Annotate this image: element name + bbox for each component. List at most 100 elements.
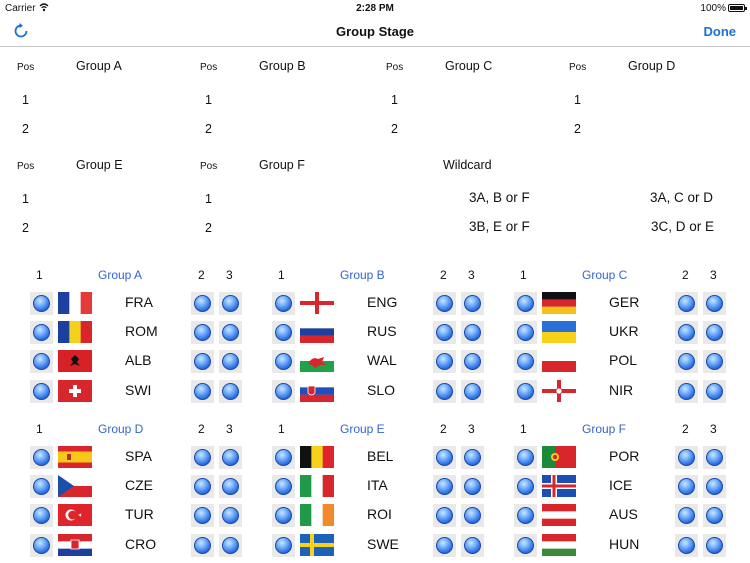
column-1-header: 1 xyxy=(278,422,285,436)
second-place-radio[interactable] xyxy=(194,382,211,400)
team-code: CZE xyxy=(125,477,153,494)
second-place-radio[interactable] xyxy=(436,536,453,554)
clock: 2:28 PM xyxy=(356,3,394,14)
group-d-header: Group D xyxy=(628,59,676,73)
wildcard-slot: 3A, C or D xyxy=(650,190,714,205)
team-code: SWE xyxy=(367,535,399,552)
team-code: RUS xyxy=(367,323,397,340)
first-place-radio[interactable] xyxy=(517,295,534,312)
third-place-radio[interactable] xyxy=(706,536,723,554)
flag-ita-icon xyxy=(300,475,334,498)
team-code: HUN xyxy=(609,535,640,552)
first-place-radio[interactable] xyxy=(517,536,534,554)
done-button[interactable]: Done xyxy=(704,24,737,39)
flag-eng-icon xyxy=(300,292,334,314)
group-e-header: Group E xyxy=(76,158,123,172)
first-place-radio[interactable] xyxy=(275,536,292,554)
third-place-radio[interactable] xyxy=(222,382,239,400)
column-3-header: 3 xyxy=(226,422,233,436)
rank-2: 2 xyxy=(205,122,212,136)
team-code: BEL xyxy=(367,448,394,464)
flag-ukr-icon xyxy=(542,321,576,344)
third-place-radio[interactable] xyxy=(464,536,481,554)
second-place-radio[interactable] xyxy=(194,295,211,312)
third-place-radio[interactable] xyxy=(464,295,481,312)
column-1-header: 1 xyxy=(36,268,43,282)
team-code: SLO xyxy=(367,381,396,398)
first-place-radio[interactable] xyxy=(275,295,292,312)
rank-2: 2 xyxy=(574,122,581,136)
flag-slo-icon xyxy=(300,379,334,402)
pos-header: Pos xyxy=(17,161,35,172)
second-place-radio[interactable] xyxy=(678,295,695,312)
flag-hun-icon xyxy=(542,533,576,556)
team-code: POR xyxy=(609,448,640,464)
team-code: ITA xyxy=(367,477,388,494)
first-place-radio[interactable] xyxy=(33,382,50,400)
flag-roi-icon xyxy=(300,504,334,527)
group-a-header: Group A xyxy=(76,59,122,73)
team-code: WAL xyxy=(367,352,397,369)
flag-rom-icon xyxy=(58,321,92,344)
flag-tur-icon xyxy=(58,504,92,527)
flag-rus-icon xyxy=(300,321,334,344)
group-title: Group F xyxy=(582,422,627,436)
column-1-header: 1 xyxy=(520,422,527,436)
second-place-radio[interactable] xyxy=(678,382,695,400)
battery-icon xyxy=(728,4,747,12)
rank-1: 1 xyxy=(22,93,29,107)
column-3-header: 3 xyxy=(468,422,475,436)
group-f-header: Group F xyxy=(259,158,305,172)
first-place-radio[interactable] xyxy=(33,295,50,312)
team-code: ALB xyxy=(125,352,152,369)
column-2-header: 2 xyxy=(682,422,689,436)
third-place-radio[interactable] xyxy=(706,295,723,312)
second-place-radio[interactable] xyxy=(436,449,453,466)
team-code: TUR xyxy=(125,506,154,523)
third-place-radio[interactable] xyxy=(464,382,481,400)
team-code: ROI xyxy=(367,506,392,523)
third-place-radio[interactable] xyxy=(222,295,239,312)
second-place-radio[interactable] xyxy=(194,449,211,466)
rank-1: 1 xyxy=(205,192,212,206)
first-place-radio[interactable] xyxy=(517,449,534,466)
team-code: ENG xyxy=(367,294,398,310)
navigation-bar: Group Stage Done xyxy=(0,18,750,47)
group-title: Group C xyxy=(582,268,628,282)
first-place-radio[interactable] xyxy=(275,382,292,400)
column-2-header: 2 xyxy=(198,268,205,282)
team-code: POL xyxy=(609,352,638,369)
second-place-radio[interactable] xyxy=(436,295,453,312)
first-place-radio[interactable] xyxy=(517,382,534,400)
wildcard-slot: 3A, B or F xyxy=(469,190,530,205)
flag-ger-icon xyxy=(542,292,576,314)
first-place-radio[interactable] xyxy=(33,536,50,554)
third-place-radio[interactable] xyxy=(706,382,723,400)
pos-header: Pos xyxy=(17,62,35,73)
first-place-radio[interactable] xyxy=(33,449,50,466)
team-code: FRA xyxy=(125,294,153,310)
page-title: Group Stage xyxy=(335,24,414,39)
third-place-radio[interactable] xyxy=(464,449,481,466)
flag-pol-icon xyxy=(542,350,576,373)
third-place-radio[interactable] xyxy=(222,449,239,466)
flag-wal-icon xyxy=(300,350,334,373)
team-code: UKR xyxy=(609,323,639,340)
wildcard-slot: 3C, D or E xyxy=(651,219,715,234)
second-place-radio[interactable] xyxy=(678,449,695,466)
second-place-radio[interactable] xyxy=(436,382,453,400)
column-3-header: 3 xyxy=(710,268,717,282)
first-place-radio[interactable] xyxy=(275,449,292,466)
flag-swe-icon xyxy=(300,533,334,556)
second-place-radio[interactable] xyxy=(678,536,695,554)
group-title: Group D xyxy=(98,422,144,436)
pos-header: Pos xyxy=(386,62,404,73)
third-place-radio[interactable] xyxy=(222,536,239,554)
rank-2: 2 xyxy=(22,122,29,136)
wildcard-slot: 3B, E or F xyxy=(469,219,530,234)
second-place-radio[interactable] xyxy=(194,536,211,554)
team-code: SPA xyxy=(125,448,152,464)
third-place-radio[interactable] xyxy=(706,449,723,466)
flag-bel-icon xyxy=(300,446,334,468)
battery-percent: 100% xyxy=(700,3,726,14)
